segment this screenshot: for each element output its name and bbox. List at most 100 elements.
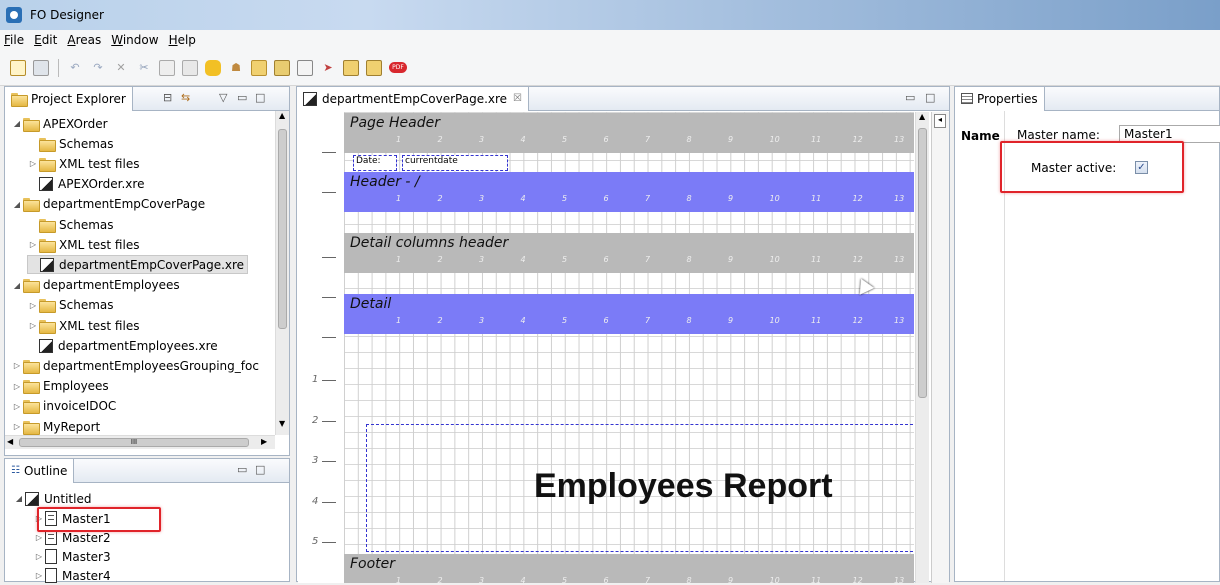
- folder-icon: [23, 359, 40, 374]
- band-label: Footer: [350, 556, 396, 572]
- redo-icon[interactable]: ↷: [90, 60, 106, 76]
- tree-item[interactable]: departmentEmpCoverPage.xre: [27, 255, 249, 275]
- tree-item[interactable]: ▷ XML test files: [27, 154, 139, 173]
- tree-item[interactable]: Schemas: [27, 134, 114, 153]
- paste-icon[interactable]: [182, 59, 198, 76]
- menu-file[interactable]: File: [4, 33, 24, 47]
- tab-properties[interactable]: Properties: [955, 86, 1045, 111]
- expand-arrow-icon[interactable]: ▷: [33, 571, 45, 580]
- tree-item[interactable]: APEXOrder.xre: [27, 175, 144, 194]
- band-ruler-number: 7: [645, 255, 651, 264]
- tree-item[interactable]: ▷ Schemas: [27, 296, 114, 315]
- expand-arrow-icon[interactable]: ▷: [27, 159, 39, 168]
- report-canvas[interactable]: 12345 Page Header 1 2 3 4 5 6 7 8 9 10 11 12 13 Header…: [298, 112, 914, 583]
- project-tree-vscroll[interactable]: ▲ ▼: [275, 111, 289, 435]
- outline-minimize-icon[interactable]: ▭: [237, 463, 247, 476]
- editor-minimize-icon[interactable]: ▭: [905, 91, 915, 104]
- report-title-text[interactable]: Employees Report: [534, 467, 833, 506]
- tree-item[interactable]: Schemas: [27, 215, 114, 234]
- expand-arrow-icon[interactable]: ▷: [27, 321, 39, 330]
- tree-item[interactable]: ▷ XML test files: [27, 235, 139, 254]
- menu-help[interactable]: Help: [169, 33, 196, 47]
- tree-item[interactable]: ◢ departmentEmployees: [11, 276, 180, 295]
- tab-project-explorer[interactable]: Project Explorer: [5, 86, 133, 111]
- outline-item[interactable]: ▷ Master3: [33, 547, 111, 566]
- tree-item[interactable]: ▷ Employees: [11, 377, 109, 396]
- minimize-icon[interactable]: ▭: [237, 91, 247, 104]
- band-ruler-number: 6: [603, 135, 609, 144]
- current-date-field[interactable]: currentdate: [402, 155, 508, 171]
- project-tree-hscroll[interactable]: ◀ III ▶: [5, 435, 275, 449]
- outline-item[interactable]: ▷ Master4: [33, 566, 111, 585]
- outline-maximize-icon[interactable]: □: [255, 463, 265, 476]
- collapse-all-icon[interactable]: ⊟: [163, 91, 172, 104]
- band-label: Detail: [350, 296, 392, 312]
- close-tab-icon[interactable]: ☒: [513, 93, 522, 104]
- editor-vscroll[interactable]: ▲: [915, 112, 929, 583]
- tree-item[interactable]: ▷ XML test files: [27, 316, 139, 335]
- expand-arrow-icon[interactable]: ◢: [11, 119, 23, 128]
- maximize-icon[interactable]: □: [255, 91, 265, 104]
- project-tree-vscroll-thumb[interactable]: [278, 129, 287, 329]
- scroll-down-icon[interactable]: ▼: [279, 419, 285, 428]
- tab-editor-file[interactable]: departmentEmpCoverPage.xre ☒: [297, 86, 530, 111]
- page-header-band[interactable]: Page Header 1 2 3 4 5 6 7 8 9 10 11 12 13: [344, 113, 914, 153]
- pdf-icon[interactable]: PDF: [389, 62, 407, 73]
- tree-item[interactable]: ◢ departmentEmpCoverPage: [11, 195, 205, 214]
- editor-maximize-icon[interactable]: □: [925, 91, 935, 104]
- expand-arrow-icon[interactable]: ▷: [27, 240, 39, 249]
- users-icon[interactable]: ☗: [228, 60, 244, 76]
- scroll-up-icon[interactable]: ▲: [279, 111, 285, 120]
- project-tree-hscroll-thumb[interactable]: III: [19, 438, 249, 447]
- expand-arrow-icon[interactable]: ◢: [13, 494, 25, 503]
- tree-item[interactable]: ◢ APEXOrder: [11, 114, 108, 133]
- expand-arrow-icon[interactable]: ▷: [11, 422, 23, 431]
- expand-arrow-icon[interactable]: ▷: [11, 361, 23, 370]
- expand-arrow-icon[interactable]: ▷: [27, 301, 39, 310]
- open-icon[interactable]: [251, 59, 267, 76]
- cut-icon[interactable]: ✂: [136, 60, 152, 76]
- tab-outline[interactable]: ☷ Outline: [5, 458, 75, 483]
- header-band[interactable]: Header - /1 2 3 4 5 6 7 8 9 10 11 12 13: [344, 172, 914, 212]
- expand-arrow-icon[interactable]: ▷: [33, 552, 45, 561]
- editor-scroll-up-icon[interactable]: ▲: [919, 112, 925, 121]
- window-title: FO Designer: [30, 8, 104, 22]
- scroll-left-icon[interactable]: ◀: [7, 437, 13, 446]
- delete-icon[interactable]: ✕: [113, 60, 129, 76]
- new-file-icon[interactable]: [10, 59, 26, 76]
- view-menu-icon[interactable]: ▽: [219, 91, 227, 104]
- tree-item[interactable]: ▷ invoiceIDOC: [11, 397, 116, 416]
- export-icon[interactable]: ➤: [320, 60, 336, 76]
- expand-arrow-icon[interactable]: ◢: [11, 281, 23, 290]
- menu-edit[interactable]: Edit: [34, 33, 57, 47]
- menu-areas[interactable]: Areas: [67, 33, 101, 47]
- footer-band[interactable]: Footer 1 2 3 4 5 6 7 8 9 10 11 12 13: [344, 554, 914, 583]
- open-folder-icon[interactable]: [274, 59, 290, 76]
- outline-root[interactable]: ◢ Untitled: [13, 489, 91, 508]
- band-ruler-number: 8: [686, 194, 692, 203]
- properties-section-name[interactable]: Name: [961, 129, 1000, 143]
- link-editor-icon[interactable]: ⇆: [181, 91, 190, 104]
- undo-icon[interactable]: ↶: [67, 60, 83, 76]
- print-icon[interactable]: [343, 59, 359, 76]
- editor-vscroll-thumb[interactable]: [918, 128, 927, 398]
- expand-arrow-icon[interactable]: ▷: [33, 533, 45, 542]
- copy-icon[interactable]: [159, 59, 175, 76]
- layout-icon[interactable]: [297, 59, 313, 76]
- tree-item[interactable]: ▷ MyReport: [11, 417, 100, 435]
- save-icon[interactable]: [33, 59, 49, 76]
- tree-item[interactable]: departmentEmployees.xre: [27, 336, 218, 355]
- xre-file-icon: [39, 338, 53, 353]
- menu-window[interactable]: Window: [111, 33, 158, 47]
- expand-arrow-icon[interactable]: ◢: [11, 200, 23, 209]
- database-icon[interactable]: [205, 59, 221, 76]
- detail-columns-header-band[interactable]: Detail columns header 1 2 3 4 5 6 7 8 9 10 11 12 13: [344, 233, 914, 273]
- print-preview-icon[interactable]: [366, 59, 382, 76]
- expand-arrow-icon[interactable]: ▷: [11, 402, 23, 411]
- palette-toggle-icon[interactable]: ◂: [934, 114, 946, 128]
- date-label-field[interactable]: Date:: [353, 155, 397, 171]
- expand-arrow-icon[interactable]: ▷: [11, 382, 23, 391]
- detail-band[interactable]: Detail 1 2 3 4 5 6 7 8 9 10 11 12 13: [344, 294, 914, 334]
- tree-item[interactable]: ▷ departmentEmployeesGrouping_foc: [11, 356, 259, 375]
- scroll-right-icon[interactable]: ▶: [261, 437, 267, 446]
